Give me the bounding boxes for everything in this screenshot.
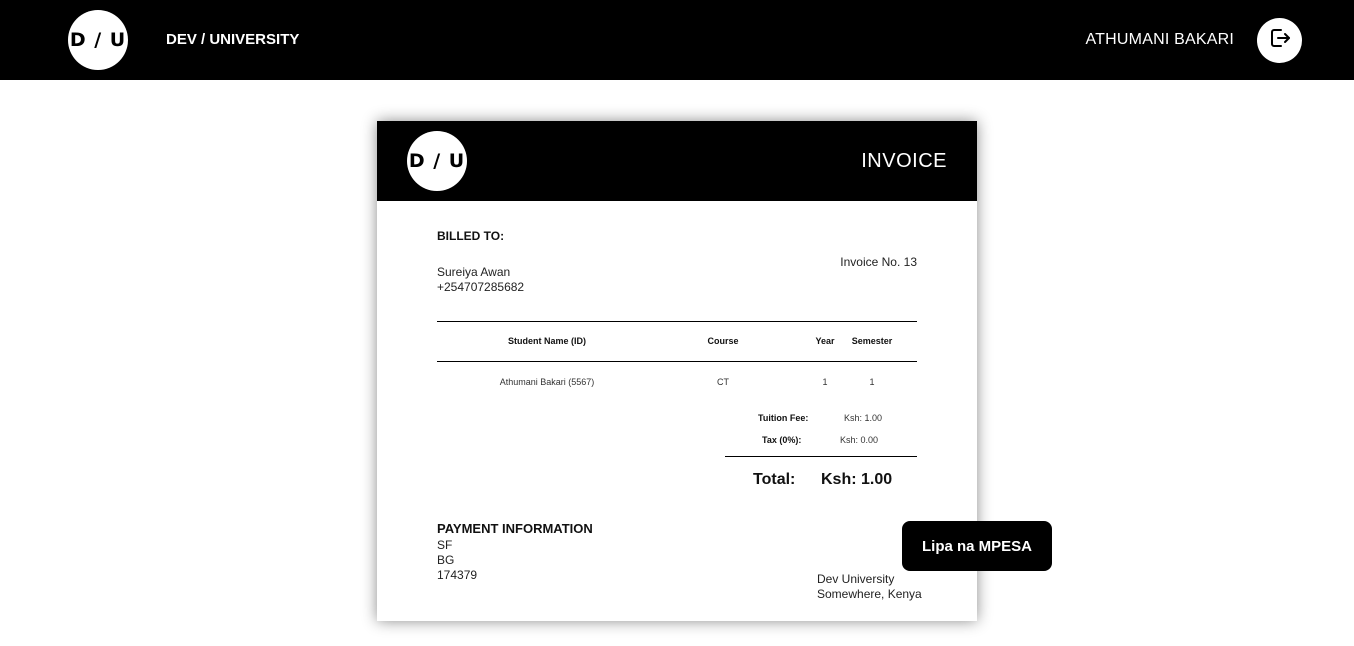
address-line: Somewhere, Kenya [817,587,922,601]
billed-name: Sureiya Awan [437,265,511,279]
site-logo[interactable]: D / U [68,10,128,70]
tuition-label: Tuition Fee: [758,413,809,423]
cell-semester: 1 [869,377,875,387]
total-label: Total: [753,471,796,488]
invoice-number: Invoice No. 13 [840,255,917,269]
totals-divider [725,456,917,457]
header-semester: Semester [851,336,893,346]
cell-student: Athumani Bakari (5567) [499,377,595,387]
invoice-title: INVOICE [861,150,947,172]
table-top-divider [437,321,917,322]
payment-info-label: PAYMENT INFORMATION [437,521,593,536]
billed-phone: +254707285682 [437,280,525,294]
table-header-divider [437,361,917,362]
tax-value: Ksh: 0.00 [840,435,879,445]
tax-label: Tax (0%): [762,435,802,445]
header-year: Year [815,336,835,346]
total-value: Ksh: 1.00 [821,471,893,488]
brand-name[interactable]: DEV / UNIVERSITY [166,31,299,48]
payment-line: BG [437,553,455,567]
address-line: Dev University [817,572,895,586]
top-navbar: D / U DEV / UNIVERSITY ATHUMANI BAKARI [0,0,1354,80]
cell-year: 1 [822,377,828,387]
cell-course: CT [717,377,729,387]
invoice-logo: D / U [407,131,467,191]
logout-icon [1268,26,1292,55]
logout-button[interactable] [1257,18,1302,63]
billed-to-label: BILLED TO: [437,229,505,243]
invoice-header: D / U INVOICE [377,121,977,201]
tuition-value: Ksh: 1.00 [844,413,883,423]
payment-line: SF [437,538,453,552]
header-course: Course [707,336,739,346]
payment-line: 174379 [437,568,478,582]
user-name: ATHUMANI BAKARI [1085,31,1234,48]
invoice-card: D / U INVOICE BILLED TO: Sureiya Awan +2… [377,121,977,621]
mpesa-pay-button[interactable]: Lipa na MPESA [902,521,1052,571]
header-student: Student Name (ID) [507,336,586,346]
